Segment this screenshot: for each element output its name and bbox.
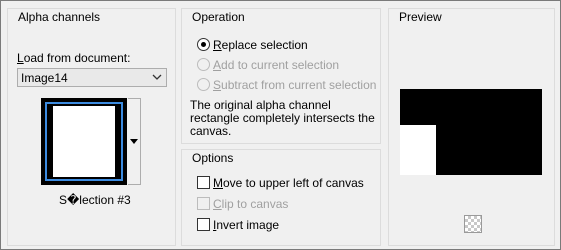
subtract-from-selection-radio[interactable] [197, 78, 210, 91]
add-to-selection-radio[interactable] [197, 58, 210, 71]
alpha-channels-title: Alpha channels [16, 10, 103, 24]
clip-to-canvas-label[interactable]: Clip to canvas [213, 197, 288, 211]
alpha-channel-dialog: Alpha channels Load from document: Image… [0, 0, 561, 250]
chevron-down-icon [152, 74, 162, 80]
invert-image-label[interactable]: Invert image [213, 218, 279, 232]
thumbnail-white-area [53, 106, 115, 177]
move-to-upper-left-checkbox[interactable] [197, 176, 210, 189]
alpha-channel-thumbnail[interactable] [41, 98, 127, 185]
dropdown-arrow-icon [130, 139, 138, 144]
thumbnail-dropdown-button[interactable] [128, 98, 141, 185]
operation-description-line-3: canvas. [190, 124, 232, 138]
preview-canvas [400, 89, 542, 175]
add-to-selection-label[interactable]: Add to current selection [213, 58, 339, 72]
preview-title: Preview [397, 10, 444, 24]
operation-description-line-2: rectangle completely intersects the [190, 111, 375, 125]
operation-description-line-1: The original alpha channel [190, 98, 331, 112]
clip-to-canvas-checkbox[interactable] [197, 197, 210, 210]
replace-selection-label[interactable]: Replace selection [213, 38, 308, 52]
preview-unselected-area [400, 125, 436, 175]
subtract-from-selection-label[interactable]: Subtract from current selection [213, 78, 376, 92]
radio-selected-dot [201, 42, 206, 47]
document-select-value: Image14 [21, 71, 68, 85]
options-title: Options [190, 151, 236, 165]
selection-name-label: S�lection #3 [59, 193, 131, 207]
move-to-upper-left-label[interactable]: Move to upper left of canvas [213, 176, 364, 190]
transparency-checkerboard-icon[interactable] [464, 215, 482, 233]
document-select[interactable]: Image14 [17, 68, 167, 87]
invert-image-checkbox[interactable] [197, 218, 210, 231]
load-from-document-label: Load from document: [17, 51, 131, 65]
operation-title: Operation [190, 10, 247, 24]
thumbnail-selection-highlight [45, 102, 123, 181]
replace-selection-radio[interactable] [197, 38, 210, 51]
